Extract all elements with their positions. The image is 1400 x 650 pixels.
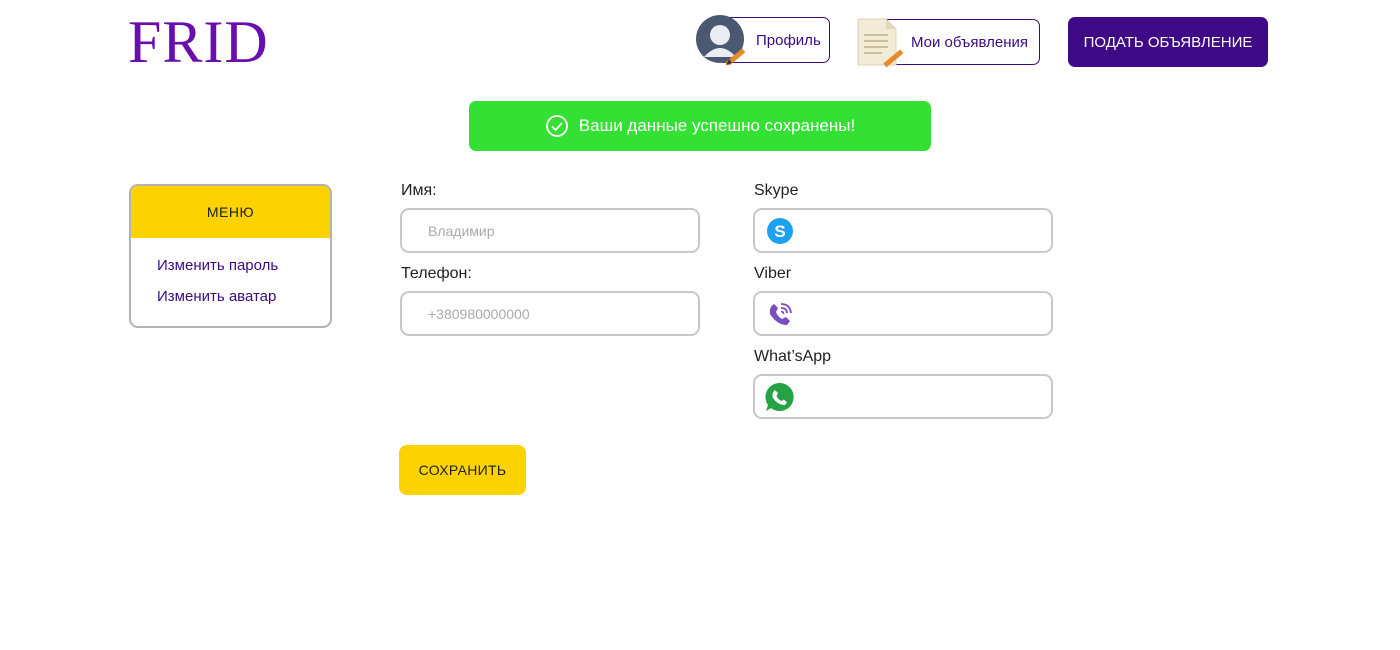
skype-icon: S: [767, 217, 793, 244]
name-input[interactable]: Владимир: [400, 208, 700, 253]
alert-message: Ваши данные успешно сохранены!: [578, 116, 856, 135]
whatsapp-label: What’sApp: [754, 348, 832, 365]
whatsapp-input[interactable]: [753, 374, 1053, 419]
document-edit-icon[interactable]: [856, 18, 906, 68]
viber-input[interactable]: [753, 291, 1053, 336]
avatar-edit-icon[interactable]: [696, 15, 746, 65]
skype-label: Skype: [754, 182, 799, 199]
my-ads-label: Мои объявления: [911, 33, 1028, 51]
save-button[interactable]: СОХРАНИТЬ: [399, 445, 526, 495]
sidebar-menu: МЕНЮ Изменить пароль Изменить аватар: [129, 184, 332, 328]
viber-label: Viber: [754, 265, 792, 282]
whatsapp-icon: [765, 382, 794, 411]
phone-placeholder: +380980000000: [428, 305, 530, 322]
menu-item-change-avatar[interactable]: Изменить аватар: [131, 288, 330, 305]
site-logo[interactable]: FRID: [128, 12, 269, 72]
post-ad-button[interactable]: ПОДАТЬ ОБЪЯВЛЕНИЕ: [1068, 17, 1268, 67]
success-alert: Ваши данные успешно сохранены!: [469, 101, 931, 151]
menu-item-change-password[interactable]: Изменить пароль: [131, 257, 330, 274]
profile-label: Профиль: [756, 31, 821, 49]
phone-input[interactable]: +380980000000: [400, 291, 700, 336]
skype-input[interactable]: S: [753, 208, 1053, 253]
phone-label: Телефон:: [401, 265, 472, 282]
viber-icon: [769, 302, 792, 325]
menu-title: МЕНЮ: [131, 186, 330, 238]
svg-text:S: S: [774, 222, 785, 241]
name-label: Имя:: [401, 182, 437, 199]
name-placeholder: Владимир: [428, 222, 495, 239]
check-circle-icon: [545, 115, 568, 137]
